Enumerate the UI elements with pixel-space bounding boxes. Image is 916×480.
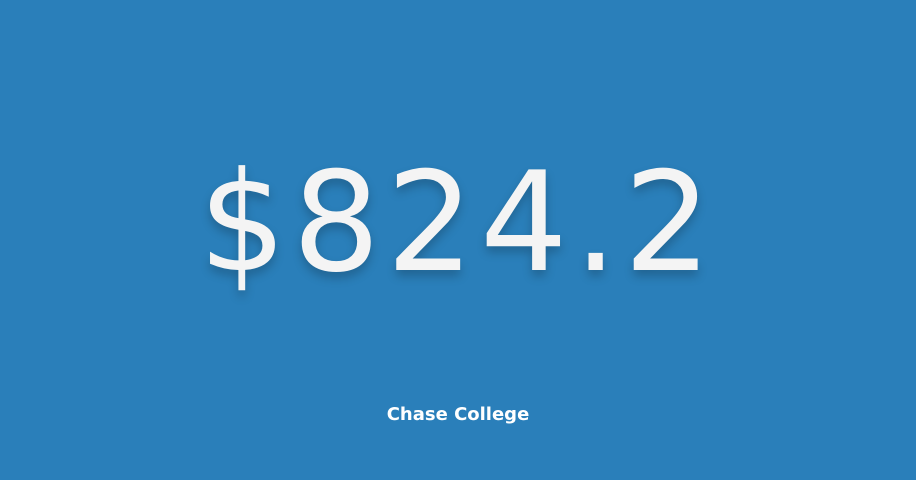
kpi-value: $824.2 (198, 142, 718, 303)
kpi-label: Chase College (386, 404, 530, 425)
